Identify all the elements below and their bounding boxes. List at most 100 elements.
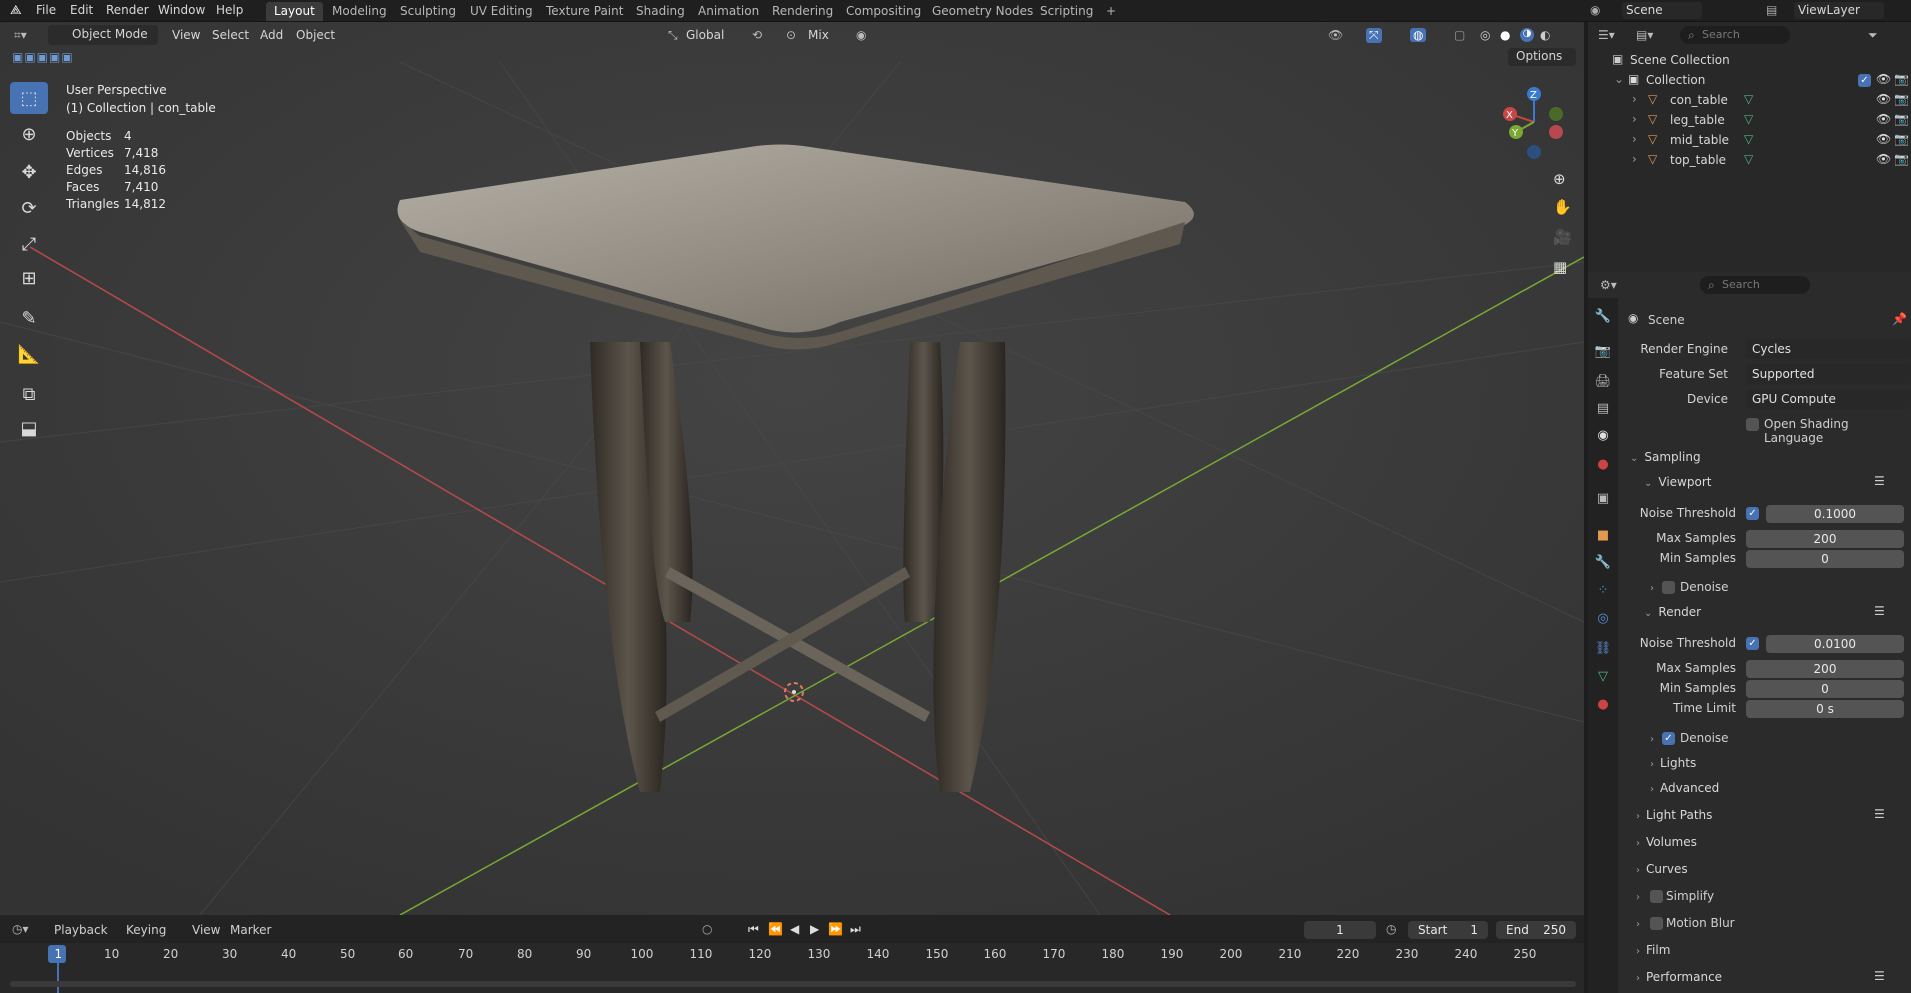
add-workspace-button[interactable]: + <box>1098 2 1124 21</box>
outliner-search[interactable]: ⌕ Search <box>1680 26 1790 44</box>
vp-min-samples-field[interactable]: 0 <box>1746 550 1904 568</box>
tab-animation[interactable]: Animation <box>690 2 767 21</box>
outliner-row-collection[interactable]: ⌄ ▣ Collection ✓ 👁 📷 <box>1588 70 1911 90</box>
pan-hand-icon[interactable]: ✋ <box>1553 198 1572 216</box>
object-tab-icon[interactable]: ■ <box>1594 527 1612 545</box>
light-paths-section[interactable]: › Light Paths <box>1636 808 1712 822</box>
vp-noise-threshold-field[interactable]: 0.1000 <box>1766 505 1904 523</box>
data-tab-icon[interactable]: ▽ <box>1594 668 1612 686</box>
select-mode-icons[interactable]: ▣▣▣▣▣ <box>12 50 74 64</box>
blender-logo-icon[interactable]: ⟁ <box>10 3 22 18</box>
material-tab-icon[interactable]: ● <box>1594 696 1612 714</box>
outliner-row-object[interactable]: › ▽ mid_table ▽ 👁 📷 <box>1588 130 1911 150</box>
editor-type-icon[interactable]: ⌗▾ <box>14 28 27 43</box>
tab-geometry-nodes[interactable]: Geometry Nodes <box>924 2 1041 21</box>
output-tab-icon[interactable]: 🖨 <box>1594 373 1612 391</box>
play-icon[interactable]: ▶ <box>810 922 819 936</box>
menu-object[interactable]: Object <box>296 28 335 42</box>
time-limit-field[interactable]: 0 s <box>1746 700 1904 718</box>
measure-tool[interactable]: 📐 <box>10 338 48 370</box>
advanced-subsection[interactable]: › Advanced <box>1650 781 1719 795</box>
osl-checkbox[interactable] <box>1746 418 1759 431</box>
menu-file[interactable]: File <box>36 3 56 17</box>
menu-view[interactable]: View <box>172 28 200 42</box>
timeline-editor-icon[interactable]: ◷▾ <box>12 922 29 936</box>
scene-selector[interactable]: Scene <box>1622 2 1702 19</box>
current-frame-field[interactable]: 1 <box>1304 921 1376 939</box>
overlay-toggle-icon[interactable]: ◍ <box>1410 28 1427 42</box>
camera-icon[interactable]: 📷 <box>1894 92 1909 106</box>
auto-keying-icon[interactable]: ○ <box>702 922 712 936</box>
perspective-toggle-icon[interactable]: ▦ <box>1553 258 1567 276</box>
outliner-editor-icon[interactable]: ☰▾ <box>1598 28 1615 42</box>
jump-end-icon[interactable]: ⏭ <box>850 922 861 937</box>
rotate-tool[interactable]: ⟳ <box>10 192 48 224</box>
view-layer-icon[interactable]: ▤ <box>1766 3 1777 17</box>
view-layer-tab-icon[interactable]: ▤ <box>1594 400 1612 418</box>
wireframe-shading-icon[interactable]: ◎ <box>1480 28 1490 42</box>
properties-search[interactable]: ⌕ Search <box>1700 276 1810 294</box>
curves-section[interactable]: › Curves <box>1636 862 1688 876</box>
eye-icon[interactable]: 👁 <box>1876 92 1891 106</box>
tab-rendering[interactable]: Rendering <box>764 2 841 21</box>
gizmo-toggle-icon[interactable]: ⤧ <box>1366 28 1382 43</box>
outliner-row-object[interactable]: › ▽ top_table ▽ 👁 📷 <box>1588 150 1911 170</box>
film-section[interactable]: › Film <box>1636 943 1670 957</box>
preset-list-icon[interactable]: ☰ <box>1874 807 1885 821</box>
scene-tab-icon[interactable]: ◉ <box>1594 427 1612 445</box>
r-denoise-subsection[interactable]: › <box>1650 731 1660 745</box>
tab-shading[interactable]: Shading <box>628 2 693 21</box>
material-shading-icon[interactable]: ◑ <box>1520 28 1534 42</box>
menu-edit[interactable]: Edit <box>70 3 93 17</box>
filter-icon[interactable]: ⏷ <box>1868 28 1878 43</box>
viewport-subsection[interactable]: ⌄ Viewport <box>1644 475 1711 489</box>
outliner-row-object[interactable]: › ▽ leg_table ▽ 👁 📷 <box>1588 110 1911 130</box>
play-reverse-icon[interactable]: ◀ <box>790 922 799 936</box>
zoom-icon[interactable]: ⊕ <box>1553 170 1566 188</box>
camera-icon[interactable]: 📷 <box>1894 72 1909 86</box>
performance-section[interactable]: › Performance <box>1636 970 1722 984</box>
simplify-section[interactable]: › <box>1636 889 1646 903</box>
jump-start-icon[interactable]: ⏮ <box>748 922 759 937</box>
select-box-tool[interactable]: ⬚ <box>10 82 48 114</box>
annotate-tool[interactable]: ✎ <box>10 302 48 334</box>
r-min-samples-field[interactable]: 0 <box>1746 680 1904 698</box>
tool-tab-icon[interactable]: 🔧 <box>1594 308 1612 326</box>
physics-tab-icon[interactable]: ◎ <box>1594 610 1612 628</box>
options-button[interactable]: Options <box>1508 48 1576 66</box>
collection-tab-icon[interactable]: ▣ <box>1594 490 1612 508</box>
camera-view-icon[interactable]: 🎥 <box>1553 228 1572 246</box>
camera-icon[interactable]: 📷 <box>1894 112 1909 126</box>
start-frame-field[interactable]: Start 1 <box>1408 921 1488 939</box>
eye-icon[interactable]: 👁 <box>1876 112 1891 126</box>
camera-icon[interactable]: 📷 <box>1894 132 1909 146</box>
vp-max-samples-field[interactable]: 200 <box>1746 530 1904 548</box>
move-tool[interactable]: ✥ <box>10 156 48 188</box>
chevron-right-icon[interactable]: › <box>1632 92 1637 106</box>
solid-shading-icon[interactable]: ● <box>1500 28 1510 42</box>
feature-set-select[interactable]: Supported <box>1746 364 1911 384</box>
render-subsection[interactable]: ⌄ Render <box>1644 605 1701 619</box>
next-keyframe-icon[interactable]: ⏩ <box>828 922 843 936</box>
constraints-tab-icon[interactable]: ⛓ <box>1594 640 1612 658</box>
chevron-down-icon[interactable]: ⌄ <box>1614 72 1624 86</box>
eye-icon[interactable]: 👁 <box>1876 152 1891 166</box>
properties-editor-icon[interactable]: ⚙▾ <box>1600 278 1617 292</box>
add-object-tool[interactable]: ⬓ <box>10 412 48 444</box>
particles-tab-icon[interactable]: ⁘ <box>1594 582 1612 600</box>
modifier-tab-icon[interactable]: 🔧 <box>1594 554 1612 572</box>
menu-playback[interactable]: Playback <box>54 923 108 937</box>
outliner-row-object[interactable]: › ▽ con_table ▽ 👁 📷 <box>1588 90 1911 110</box>
snap-icon[interactable]: ⊙ <box>786 28 796 42</box>
motion-blur-checkbox[interactable] <box>1650 917 1663 930</box>
simplify-checkbox[interactable] <box>1650 890 1663 903</box>
chevron-right-icon[interactable]: › <box>1632 152 1637 166</box>
menu-keying[interactable]: Keying <box>126 923 166 937</box>
menu-timeline-view[interactable]: View <box>192 923 220 937</box>
tab-compositing[interactable]: Compositing <box>838 2 929 21</box>
tab-scripting[interactable]: Scripting <box>1032 2 1101 21</box>
preset-list-icon[interactable]: ☰ <box>1874 474 1885 488</box>
scale-tool[interactable]: ⤢ <box>10 228 48 260</box>
camera-icon[interactable]: 📷 <box>1894 152 1909 166</box>
mode-selector[interactable]: Object Mode <box>48 25 158 45</box>
